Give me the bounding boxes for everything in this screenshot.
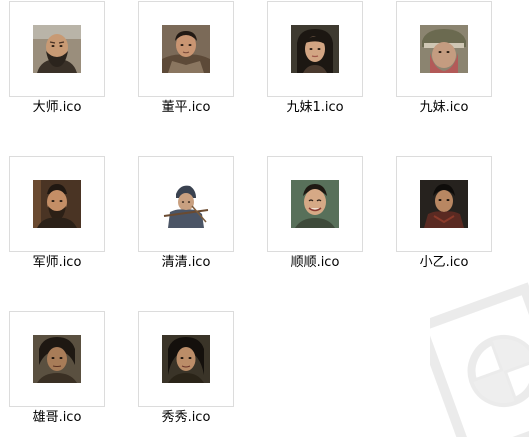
bald-bearded-man-portrait-icon [33, 25, 81, 73]
thumbnail-frame [267, 1, 363, 97]
thumbnail-frame [396, 1, 492, 97]
smiling-man-portrait-icon [291, 180, 339, 228]
bearded-strategist-portrait-icon [33, 180, 81, 228]
archer-woman-portrait-icon [162, 180, 210, 228]
file-explorer-view: 大师.ico 董平.ico 九妹1.ico 九妹.ico 军师.ico 清清.i… [0, 0, 529, 437]
rugged-man-portrait-icon [33, 335, 81, 383]
file-name: 大师.ico [32, 100, 82, 115]
file-item[interactable]: 清清.ico [138, 156, 234, 284]
thumbnail-frame [138, 1, 234, 97]
file-item[interactable]: 九妹1.ico [267, 1, 363, 129]
long-haired-man-portrait-icon [162, 335, 210, 383]
young-woman-portrait-icon [291, 25, 339, 73]
thumbnail-frame [9, 156, 105, 252]
file-name: 雄哥.ico [32, 410, 82, 425]
thumbnail-frame [9, 1, 105, 97]
file-name: 小乙.ico [419, 255, 469, 270]
file-name: 九妹.ico [419, 100, 469, 115]
file-item[interactable]: 秀秀.ico [138, 311, 234, 437]
thumbnail-frame [138, 156, 234, 252]
thumbnail-frame [396, 156, 492, 252]
file-name: 董平.ico [161, 100, 211, 115]
armored-warrior-portrait-icon [162, 25, 210, 73]
veiled-woman-portrait-icon [420, 25, 468, 73]
thumbnail-frame [9, 311, 105, 407]
file-name: 顺顺.ico [290, 255, 340, 270]
file-item[interactable]: 军师.ico [9, 156, 105, 284]
file-item[interactable]: 小乙.ico [396, 156, 492, 284]
file-name: 军师.ico [32, 255, 82, 270]
decorative-watermark-icon [414, 282, 529, 437]
file-name: 九妹1.ico [286, 100, 344, 115]
thumbnail-frame [267, 156, 363, 252]
file-item[interactable]: 顺顺.ico [267, 156, 363, 284]
file-name: 清清.ico [161, 255, 211, 270]
file-name: 秀秀.ico [161, 410, 211, 425]
thumbnail-frame [138, 311, 234, 407]
file-item[interactable]: 大师.ico [9, 1, 105, 129]
young-warrior-portrait-icon [420, 180, 468, 228]
file-item[interactable]: 董平.ico [138, 1, 234, 129]
file-item[interactable]: 雄哥.ico [9, 311, 105, 437]
file-item[interactable]: 九妹.ico [396, 1, 492, 129]
